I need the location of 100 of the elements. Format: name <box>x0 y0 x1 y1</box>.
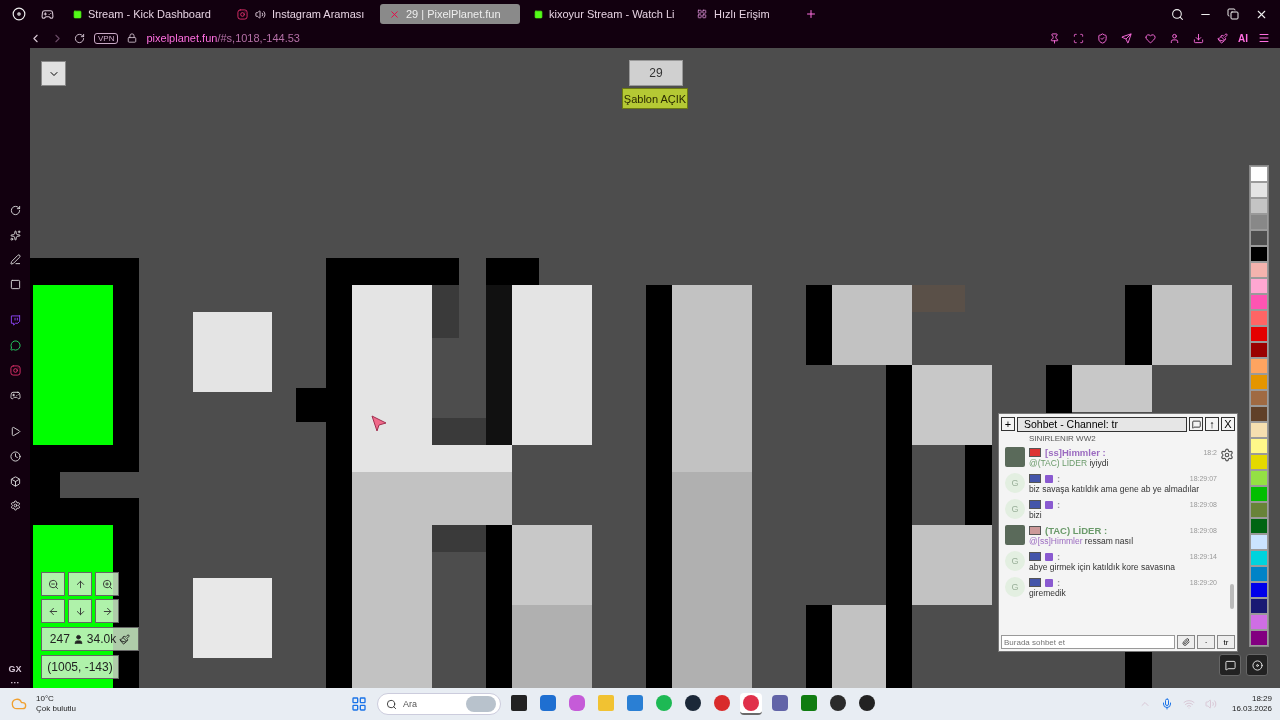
clock-time: 18:29 <box>1251 694 1272 704</box>
settings-icon[interactable] <box>1220 448 1234 462</box>
taskbar-search-field[interactable]: Ara <box>377 693 501 715</box>
arrow-down-icon[interactable] <box>68 599 92 623</box>
color-swatch[interactable] <box>1250 470 1268 486</box>
badge-icon <box>1045 500 1053 509</box>
zoom-out-icon[interactable] <box>41 572 65 596</box>
color-swatch[interactable] <box>1250 502 1268 518</box>
color-swatch[interactable] <box>1250 550 1268 566</box>
avatar-letter: G <box>1005 551 1025 571</box>
weather-condition: Çok bulutlu <box>36 704 77 714</box>
color-swatch[interactable] <box>1250 374 1268 390</box>
color-swatch[interactable] <box>1250 582 1268 598</box>
color-swatch[interactable] <box>1250 454 1268 470</box>
chat-icon <box>1224 659 1236 671</box>
user-name[interactable]: [ss]Himmler : <box>1045 447 1106 458</box>
dropdown-button[interactable] <box>41 61 66 86</box>
color-swatch[interactable] <box>1250 198 1268 214</box>
color-swatch[interactable] <box>1250 406 1268 422</box>
online-users: 247 <box>49 632 70 646</box>
color-swatch[interactable] <box>1250 166 1268 182</box>
avatar-image <box>1005 525 1025 545</box>
color-swatch[interactable] <box>1250 182 1268 198</box>
url-path: /#s,1018,-144.53 <box>217 32 300 44</box>
chat-message-text: @(TAC) LİDER iyiydi <box>1029 458 1110 469</box>
chat-message-text: biz savaşa katıldık ama gene ab ye almadılar <box>1029 484 1201 495</box>
color-swatch[interactable] <box>1250 310 1268 326</box>
scrollbar-thumb <box>1230 584 1234 609</box>
chat-title: Sohbet - Channel: tr <box>1017 416 1187 432</box>
cursor-icon <box>371 415 387 432</box>
badge-icon <box>1045 474 1053 483</box>
color-swatch[interactable] <box>1250 422 1268 438</box>
badge-icon <box>1045 578 1053 587</box>
browser-tab[interactable]: Hızlı Erişim <box>688 4 794 24</box>
coordinates: (1005, -143) <box>41 655 119 679</box>
flag-icon <box>1029 552 1041 561</box>
chat-message-text: @[ss]Himmler ressam nasıl <box>1029 536 1135 547</box>
attach-button[interactable] <box>1177 635 1195 649</box>
browser-tab[interactable]: Instagram Araması <box>228 4 374 24</box>
color-swatch[interactable] <box>1250 214 1268 230</box>
color-swatch[interactable] <box>1250 614 1268 630</box>
color-swatch[interactable] <box>1250 262 1268 278</box>
palette-toggle-button[interactable] <box>1246 654 1268 676</box>
color-swatch[interactable] <box>1250 534 1268 550</box>
channel-button[interactable]: tr <box>1217 635 1235 649</box>
browser-tab[interactable]: Stream - Kick Dashboard <box>64 4 222 24</box>
template-toggle-button[interactable]: Şablon AÇIK <box>622 88 688 109</box>
add-channel-button[interactable]: + <box>1001 417 1015 431</box>
color-swatch[interactable] <box>1250 294 1268 310</box>
color-swatch[interactable] <box>1250 630 1268 646</box>
gx-label[interactable]: GX <box>8 664 22 674</box>
zoom-in-icon[interactable] <box>95 572 119 596</box>
color-swatch[interactable] <box>1250 358 1268 374</box>
chat-message-text: giremedik <box>1029 588 1067 599</box>
chat-input-field[interactable]: Burada sohbet et <box>1001 635 1175 649</box>
pixel-count: 34.0k <box>86 632 117 646</box>
search-icon <box>386 698 397 710</box>
color-swatch[interactable] <box>1250 566 1268 582</box>
flag-icon <box>1029 474 1041 483</box>
dot-button[interactable]: · <box>1197 635 1215 649</box>
more-label[interactable]: ··· <box>10 678 20 688</box>
badge-icon <box>1045 552 1053 561</box>
arrow-right-icon[interactable] <box>95 599 119 623</box>
flag-icon <box>1029 578 1041 587</box>
url-host: pixelplanet.fun <box>146 32 218 44</box>
popout-button[interactable] <box>1189 417 1203 431</box>
browser-tab[interactable]: kixoyur Stream - Watch Li <box>526 4 682 24</box>
online-count: 29 <box>629 60 683 86</box>
color-swatch[interactable] <box>1250 278 1268 294</box>
arrow-up-icon[interactable] <box>68 572 92 596</box>
avatar-letter: G <box>1005 499 1025 519</box>
color-swatch[interactable] <box>1250 486 1268 502</box>
avatar-image <box>1005 447 1025 467</box>
avatar-letter: G <box>1005 577 1025 597</box>
arrow-left-icon[interactable] <box>41 599 65 623</box>
popout-icon <box>1191 419 1201 429</box>
disc-icon <box>1251 659 1263 671</box>
scroll-top-button[interactable]: ↑ <box>1205 417 1219 431</box>
paperclip-icon <box>1182 638 1190 646</box>
flag-icon <box>1029 526 1041 535</box>
temperature: 10°C <box>36 694 55 704</box>
color-swatch[interactable] <box>1250 230 1268 246</box>
flag-icon <box>1029 500 1041 509</box>
color-swatch[interactable] <box>1250 598 1268 614</box>
color-swatch[interactable] <box>1250 246 1268 262</box>
ai-label[interactable]: AI <box>1238 32 1248 44</box>
color-swatch[interactable] <box>1250 342 1268 358</box>
chat-message-text: abye girmek için katıldık kore savasına <box>1029 562 1176 573</box>
close-button[interactable]: X <box>1221 417 1235 431</box>
vpn-badge[interactable]: VPN <box>94 32 119 44</box>
flag-icon <box>1029 448 1041 457</box>
clock-date: 16.03.2026 <box>1231 704 1272 714</box>
color-swatch[interactable] <box>1250 438 1268 454</box>
chat-message-text: bizi <box>1029 510 1043 521</box>
chat-toggle-button[interactable] <box>1219 654 1241 676</box>
avatar-letter: G <box>1005 473 1025 493</box>
color-swatch[interactable] <box>1250 518 1268 534</box>
chat-message-text: SINIRLENIR WW2 <box>1029 434 1097 443</box>
color-swatch[interactable] <box>1250 390 1268 406</box>
color-swatch[interactable] <box>1250 326 1268 342</box>
